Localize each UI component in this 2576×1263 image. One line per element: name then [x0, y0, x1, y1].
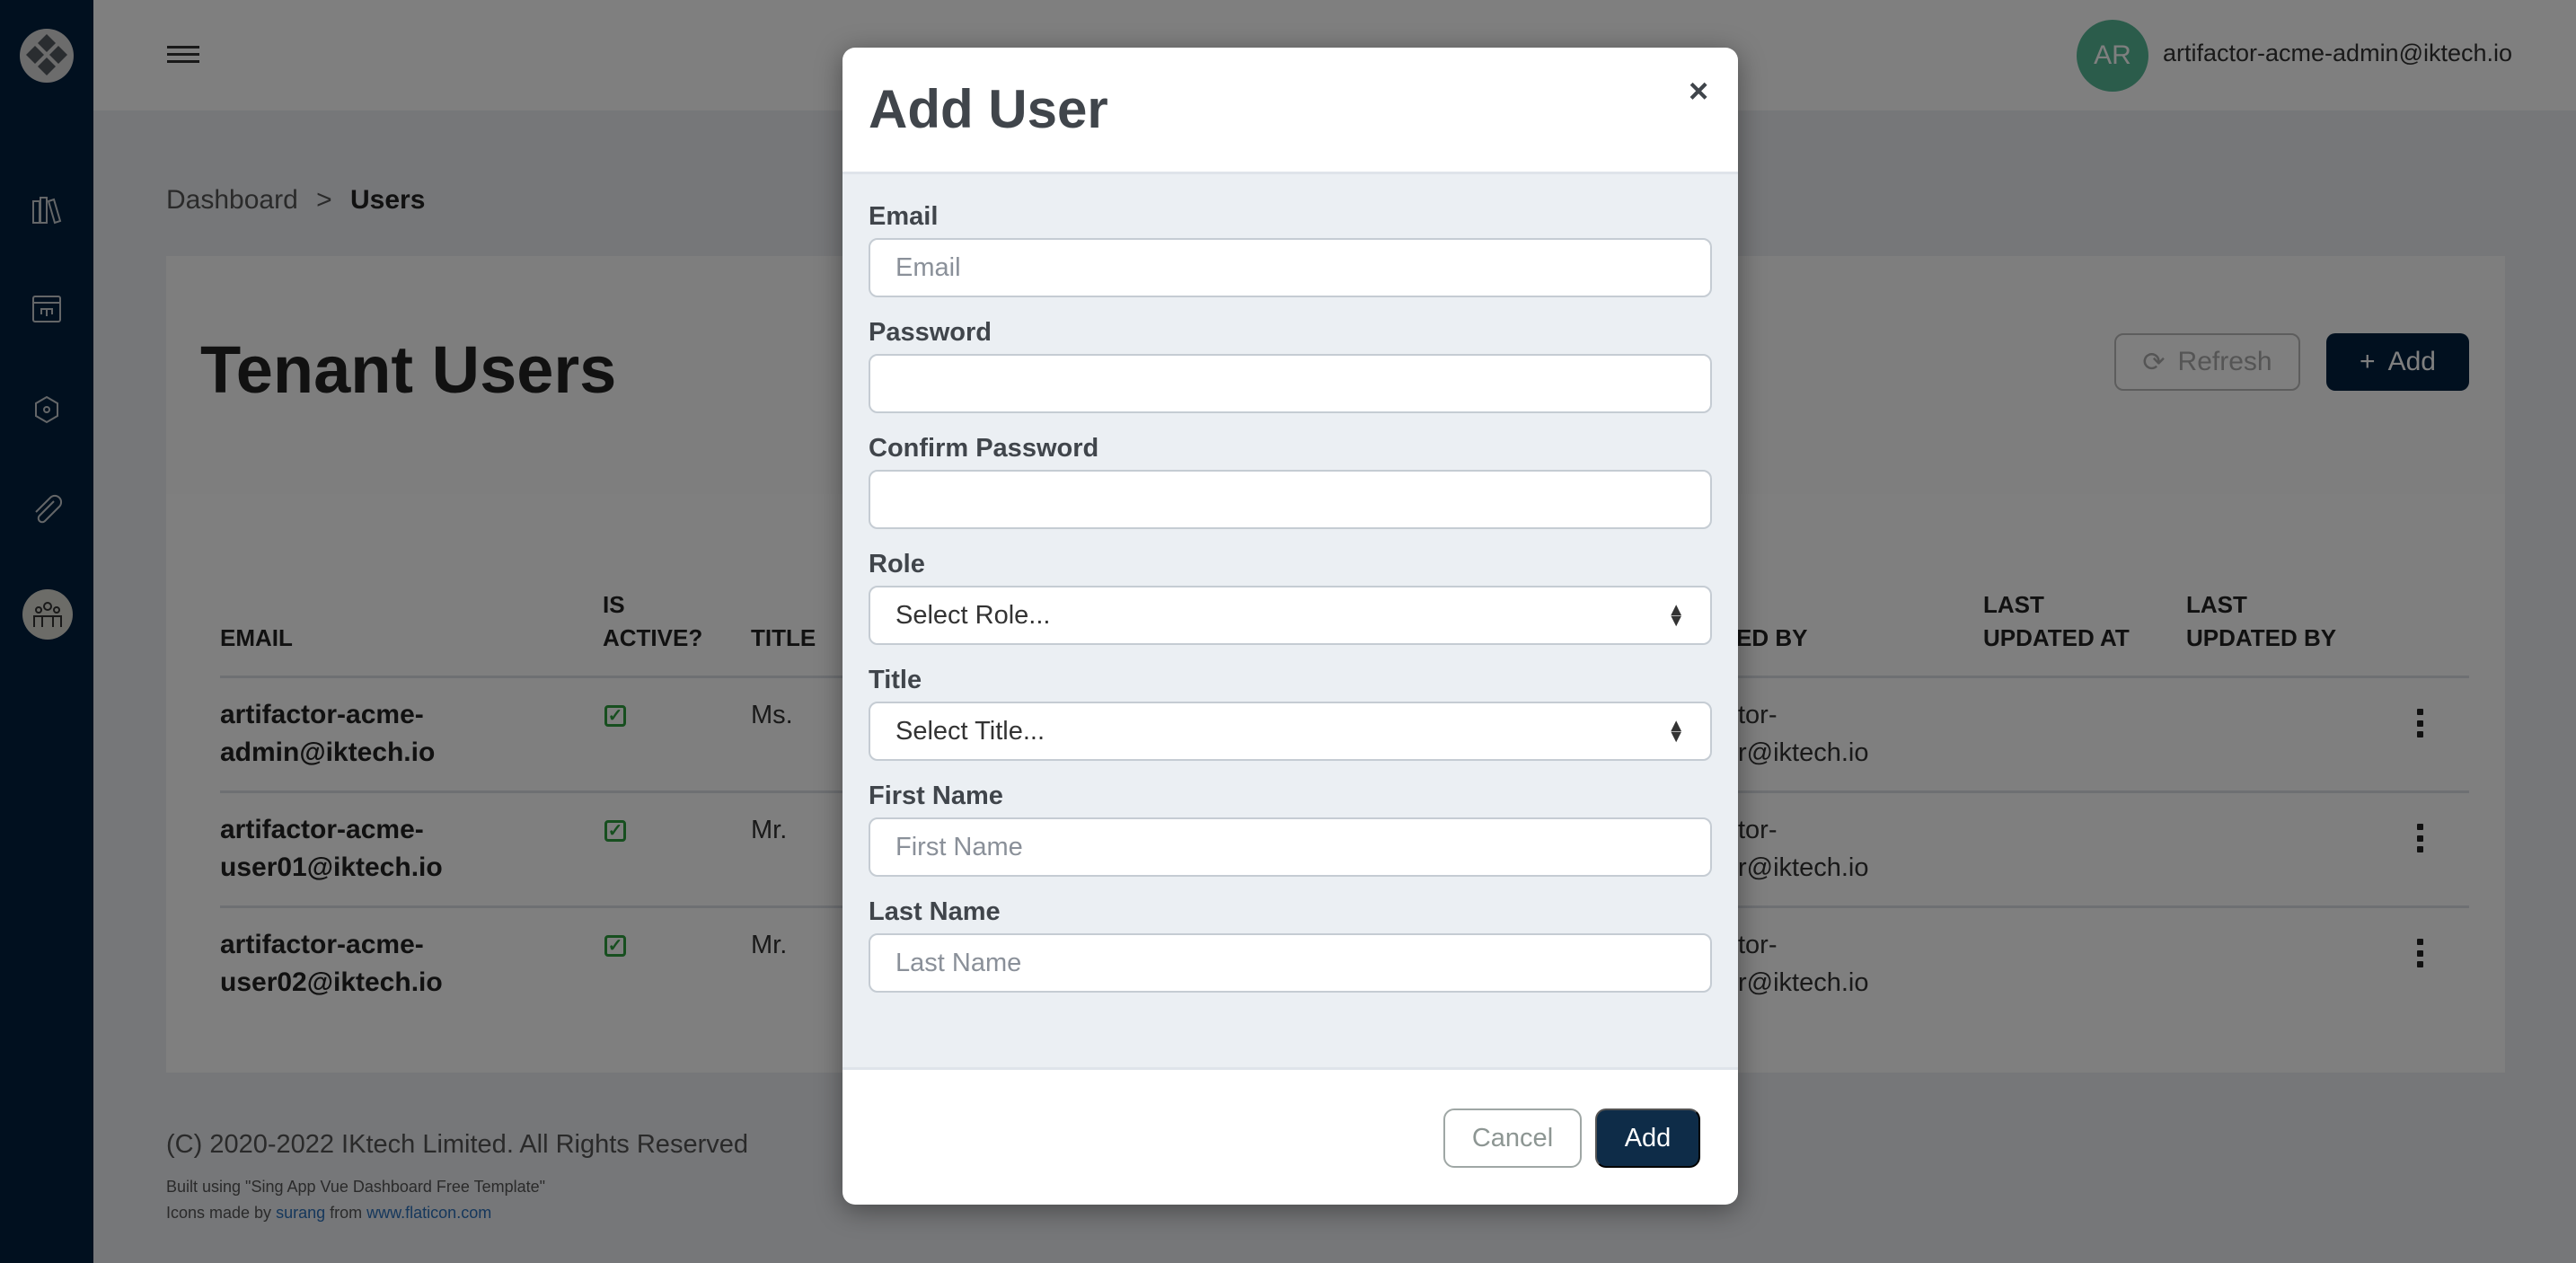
add-user-modal: Add User × Email Password Confirm Password…: [842, 48, 1738, 1205]
role-select-value: Select Role...: [895, 600, 1051, 630]
role-select[interactable]: Select Role... ▲ ▼: [869, 586, 1712, 645]
confirm-password-input[interactable]: [869, 470, 1712, 529]
email-input[interactable]: [869, 238, 1712, 297]
submit-add-button[interactable]: Add: [1595, 1108, 1700, 1168]
modal-title: Add User: [869, 79, 1108, 139]
sort-caret-icon: ▲ ▼: [1667, 716, 1685, 746]
cancel-button[interactable]: Cancel: [1443, 1108, 1582, 1168]
confirm-password-label: Confirm Password: [869, 434, 1099, 463]
last-name-label: Last Name: [869, 897, 1001, 926]
title-select[interactable]: Select Title... ▲ ▼: [869, 702, 1712, 761]
modal-header: Add User ×: [842, 48, 1738, 174]
password-label: Password: [869, 318, 992, 347]
role-label: Role: [869, 550, 925, 579]
email-label: Email: [869, 202, 939, 231]
first-name-input[interactable]: [869, 817, 1712, 877]
title-label: Title: [869, 666, 922, 694]
title-select-value: Select Title...: [895, 716, 1045, 746]
close-icon[interactable]: ×: [1689, 73, 1708, 111]
password-input[interactable]: [869, 354, 1712, 413]
sort-caret-icon: ▲ ▼: [1667, 600, 1685, 631]
last-name-input[interactable]: [869, 933, 1712, 993]
first-name-label: First Name: [869, 782, 1003, 810]
